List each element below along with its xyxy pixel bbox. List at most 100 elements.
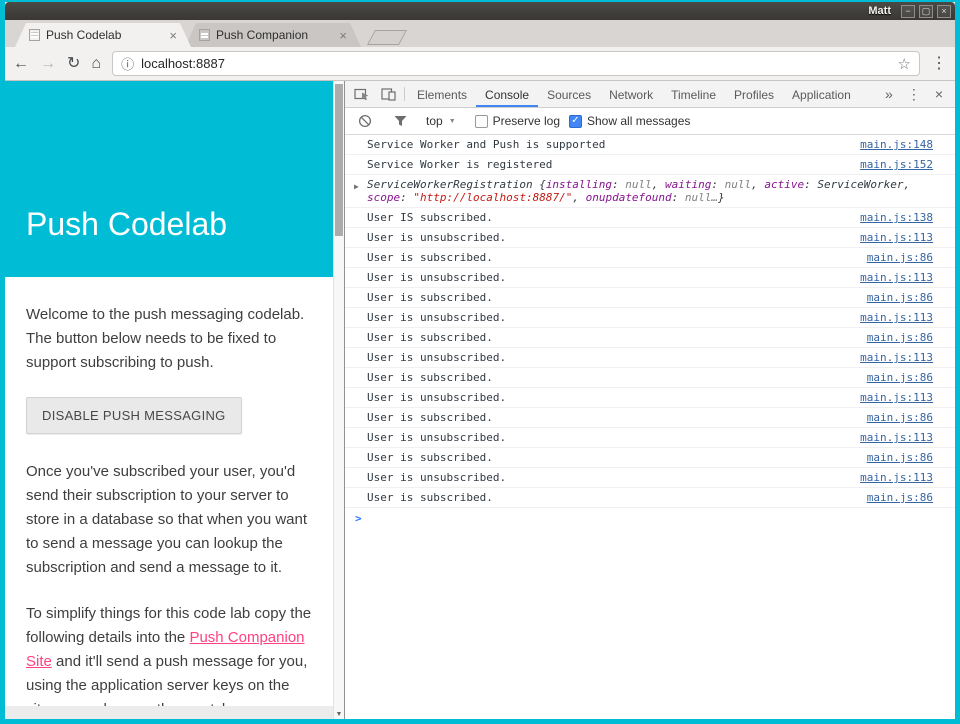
devtools-tab-timeline[interactable]: Timeline: [662, 81, 725, 107]
content-area: Push Codelab Welcome to the push messagi…: [5, 81, 955, 719]
device-toolbar-icon[interactable]: [375, 81, 401, 107]
window-titlebar[interactable]: Matt − ▢ ×: [5, 2, 955, 20]
devtools-menu-icon[interactable]: ⋮: [907, 86, 921, 103]
url-text[interactable]: localhost:8887: [141, 56, 225, 71]
preserve-log-checkbox[interactable]: Preserve log: [475, 114, 560, 128]
console-source-link[interactable]: main.js:86: [867, 451, 933, 464]
page-scrollbar[interactable]: ▼: [333, 81, 344, 719]
console-message-text: User is unsubscribed.: [367, 271, 848, 284]
console-source-link[interactable]: main.js:86: [867, 411, 933, 424]
tab-title: Push Codelab: [46, 28, 163, 42]
checkbox-checked-icon[interactable]: ✓: [569, 115, 582, 128]
devtools-tab-profiles[interactable]: Profiles: [725, 81, 783, 107]
console-message-text: User is subscribed.: [367, 331, 855, 344]
console-object-row: ▶ ServiceWorkerRegistration {installing: …: [345, 175, 955, 208]
address-bar[interactable]: ⓘ localhost:8887 ☆: [112, 51, 920, 76]
page-title: Push Codelab: [26, 206, 227, 243]
object-preview[interactable]: ServiceWorkerRegistration {installing: n…: [367, 178, 933, 204]
page-header: Push Codelab: [5, 81, 333, 277]
window-minimize-button[interactable]: −: [901, 5, 915, 18]
console-message-text: Service Worker and Push is supported: [367, 138, 848, 151]
console-message-text: User is unsubscribed.: [367, 431, 848, 444]
console-message-row: User is subscribed.main.js:86: [345, 368, 955, 388]
console-source-link[interactable]: main.js:86: [867, 331, 933, 344]
show-all-messages-checkbox[interactable]: ✓ Show all messages: [569, 114, 690, 128]
devtools-tab-sources[interactable]: Sources: [538, 81, 600, 107]
devtools-tab-elements[interactable]: Elements: [408, 81, 476, 107]
console-source-link[interactable]: main.js:152: [860, 158, 933, 171]
console-message-text: User is unsubscribed.: [367, 351, 848, 364]
disable-push-button[interactable]: DISABLE PUSH MESSAGING: [26, 397, 242, 434]
devtools-close-icon[interactable]: ×: [935, 86, 943, 102]
tab-close-icon[interactable]: ×: [339, 29, 347, 42]
console-source-link[interactable]: main.js:113: [860, 351, 933, 364]
window-close-button[interactable]: ×: [937, 5, 951, 18]
console-source-link[interactable]: main.js:113: [860, 271, 933, 284]
page-pane: Push Codelab Welcome to the push messagi…: [5, 81, 344, 719]
console-toolbar: top ▼ Preserve log ✓ Show all messages: [345, 108, 955, 135]
execution-context-selector[interactable]: top ▼: [426, 114, 456, 128]
console-source-link[interactable]: main.js:113: [860, 311, 933, 324]
checkbox-unchecked-icon[interactable]: [475, 115, 488, 128]
console-message-row: User is subscribed. main.js:86: [345, 408, 955, 428]
console-message-text: User is subscribed.: [367, 411, 855, 424]
console-message-row: User IS subscribed.main.js:138: [345, 208, 955, 228]
filter-icon[interactable]: [387, 115, 413, 127]
console-message-row: User is subscribed.main.js:86: [345, 448, 955, 468]
titlebar-username: Matt: [868, 5, 891, 17]
reload-button[interactable]: ↻: [67, 56, 80, 72]
devtools-tabbar-tabs: ElementsConsoleSourcesNetworkTimelinePro…: [408, 81, 860, 107]
tab-favicon-icon: [199, 29, 210, 41]
scrollbar-down-arrow[interactable]: ▼: [334, 711, 344, 718]
console-source-link[interactable]: main.js:86: [867, 491, 933, 504]
preserve-log-label: Preserve log: [493, 114, 560, 128]
info-icon[interactable]: ⓘ: [121, 54, 134, 73]
tab-strip: Push Codelab × Push Companion ×: [5, 20, 955, 47]
console-source-link[interactable]: main.js:86: [867, 371, 933, 384]
console-source-link[interactable]: main.js:86: [867, 291, 933, 304]
browser-tab-push-codelab[interactable]: Push Codelab ×: [15, 23, 191, 47]
console-message-text: User is subscribed.: [367, 291, 855, 304]
console-source-link[interactable]: main.js:113: [860, 431, 933, 444]
console-source-link[interactable]: main.js:86: [867, 251, 933, 264]
console-message-row: User is unsubscribed. main.js:113: [345, 428, 955, 448]
page-body: Welcome to the push messaging codelab. T…: [5, 277, 333, 719]
clear-console-icon[interactable]: [352, 114, 378, 128]
console-prompt-icon: >: [355, 512, 362, 525]
forward-button[interactable]: →: [40, 56, 56, 72]
console-message-row: Service Worker is registeredmain.js:152: [345, 155, 955, 175]
console-source-link[interactable]: main.js:113: [860, 391, 933, 404]
console-message-row: User is unsubscribed. main.js:113: [345, 348, 955, 368]
intro-paragraph: Welcome to the push messaging codelab. T…: [26, 303, 316, 375]
toolbar-divider: [404, 87, 405, 101]
context-label: top: [426, 114, 443, 128]
console-source-link[interactable]: main.js:138: [860, 211, 933, 224]
home-button[interactable]: ⌂: [91, 56, 101, 72]
devtools-tab-console[interactable]: Console: [476, 81, 538, 107]
console-message-row: User is subscribed. main.js:86: [345, 288, 955, 308]
back-button[interactable]: ←: [13, 56, 29, 72]
console-prompt[interactable]: >: [345, 508, 955, 527]
chevron-down-icon: ▼: [449, 118, 456, 125]
bookmark-star-icon[interactable]: ☆: [898, 55, 911, 73]
subscription-paragraph: Once you've subscribed your user, you'd …: [26, 460, 316, 580]
disclosure-triangle-icon[interactable]: ▶: [354, 180, 359, 193]
window-maximize-button[interactable]: ▢: [919, 5, 933, 18]
devtools-overflow-icon[interactable]: »: [885, 86, 893, 102]
console-message-text: User is unsubscribed.: [367, 311, 848, 324]
console-message-row: User is subscribed.main.js:86: [345, 488, 955, 508]
new-tab-button[interactable]: [367, 30, 407, 45]
scrollbar-thumb[interactable]: [335, 84, 343, 236]
console-source-link[interactable]: main.js:113: [860, 231, 933, 244]
devtools-tab-network[interactable]: Network: [600, 81, 662, 107]
console-source-link[interactable]: main.js:113: [860, 471, 933, 484]
console-message-row: User is unsubscribed.main.js:113: [345, 228, 955, 248]
devtools-tabbar: ElementsConsoleSourcesNetworkTimelinePro…: [345, 81, 955, 108]
tab-close-icon[interactable]: ×: [169, 29, 177, 42]
inspect-element-icon[interactable]: [349, 81, 375, 107]
devtools-tab-application[interactable]: Application: [783, 81, 860, 107]
console-messages: Service Worker and Push is supported main…: [345, 135, 955, 508]
browser-menu-button[interactable]: ⋮: [931, 56, 947, 72]
browser-tab-push-companion[interactable]: Push Companion ×: [185, 23, 361, 47]
console-source-link[interactable]: main.js:148: [860, 138, 933, 151]
